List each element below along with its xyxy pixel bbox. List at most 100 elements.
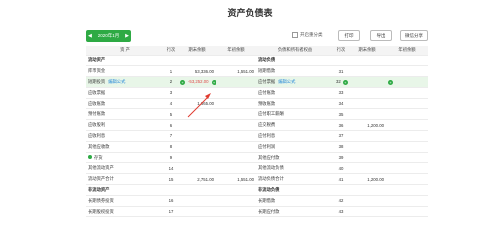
asset-begin-balance-cell[interactable] bbox=[216, 206, 256, 218]
date-picker[interactable]: ◀ 2020年1月 ▶ bbox=[86, 30, 131, 42]
liability-line-cell[interactable]: 42 bbox=[334, 195, 348, 207]
liability-end-balance-cell[interactable] bbox=[348, 108, 386, 121]
asset-begin-balance-cell[interactable] bbox=[216, 76, 256, 88]
reclassify-checkbox[interactable]: 开启重分类 bbox=[292, 32, 323, 38]
liability-name-cell[interactable]: 应付账款 bbox=[256, 87, 334, 99]
asset-begin-balance-cell[interactable]: 1,551.00 bbox=[216, 173, 256, 186]
asset-begin-balance-cell[interactable] bbox=[216, 130, 256, 142]
asset-begin-balance-cell[interactable] bbox=[216, 98, 256, 110]
asset-end-balance-cell[interactable] bbox=[178, 152, 216, 164]
liability-name-cell[interactable]: 流动负债合计 bbox=[256, 173, 334, 186]
export-button[interactable]: 导出 bbox=[370, 30, 392, 41]
liability-line-cell[interactable]: 39 bbox=[334, 152, 348, 164]
asset-line-cell[interactable]: 15 bbox=[164, 173, 178, 186]
liability-line-cell[interactable]: 38 bbox=[334, 141, 348, 153]
liability-line-cell[interactable]: 36 bbox=[334, 119, 348, 132]
liability-begin-balance-cell[interactable] bbox=[386, 119, 428, 132]
asset-begin-balance-cell[interactable] bbox=[216, 162, 256, 175]
liability-end-balance-cell[interactable] bbox=[348, 130, 386, 142]
asset-name-cell[interactable]: 短期投资 编辑公式 bbox=[86, 76, 164, 88]
asset-end-balance-cell[interactable]: 2,751.00 bbox=[178, 173, 216, 186]
liability-begin-balance-cell[interactable]: + bbox=[386, 76, 428, 88]
liability-name-cell[interactable]: 长期应付款 bbox=[256, 206, 334, 218]
liability-begin-balance-cell[interactable] bbox=[386, 141, 428, 153]
liability-end-balance-cell[interactable] bbox=[348, 195, 386, 207]
asset-name-cell[interactable]: 其他应收款 bbox=[86, 141, 164, 153]
asset-begin-balance-cell[interactable] bbox=[216, 119, 256, 132]
asset-end-balance-cell[interactable] bbox=[178, 195, 216, 207]
asset-name-cell[interactable]: 其他流动资产 bbox=[86, 162, 164, 175]
liability-end-balance-cell[interactable] bbox=[348, 162, 386, 175]
asset-end-balance-cell[interactable]: 1,665.00 bbox=[178, 98, 216, 110]
asset-line-cell[interactable]: 16 bbox=[164, 195, 178, 207]
liability-line-cell[interactable]: 43 bbox=[334, 206, 348, 218]
add-icon[interactable]: + bbox=[211, 79, 216, 85]
asset-line-cell[interactable]: 17 bbox=[164, 206, 178, 218]
asset-begin-balance-cell[interactable] bbox=[216, 195, 256, 207]
liability-end-balance-cell[interactable] bbox=[348, 65, 386, 78]
liability-name-cell[interactable]: 长期借款 bbox=[256, 195, 334, 207]
liability-begin-balance-cell[interactable] bbox=[386, 173, 428, 186]
liability-name-cell[interactable]: 其他应付款 bbox=[256, 152, 334, 164]
liability-begin-balance-cell[interactable] bbox=[386, 87, 428, 99]
liability-name-cell[interactable]: 短期借款 bbox=[256, 65, 334, 78]
print-button[interactable]: 打印 bbox=[338, 30, 360, 41]
asset-line-cell[interactable]: 3 bbox=[164, 87, 178, 99]
liability-end-balance-cell[interactable]: 1,200.00 bbox=[348, 173, 386, 186]
edit-formula-link[interactable]: 编辑公式 bbox=[278, 79, 295, 84]
liability-name-cell[interactable]: 应交税费 bbox=[256, 119, 334, 132]
asset-line-cell[interactable]: 4 bbox=[164, 98, 178, 110]
asset-line-cell[interactable]: 7 bbox=[164, 130, 178, 142]
liability-line-cell[interactable]: 33 bbox=[334, 87, 348, 99]
asset-end-balance-cell[interactable] bbox=[178, 206, 216, 218]
liability-name-cell[interactable]: 应付职工薪酬 bbox=[256, 108, 334, 121]
wechat-share-button[interactable]: 微信分享 bbox=[400, 30, 428, 41]
asset-end-balance-cell[interactable] bbox=[178, 162, 216, 175]
liability-line-cell[interactable]: 34 bbox=[334, 98, 348, 110]
liability-line-cell[interactable]: 32 + bbox=[334, 76, 348, 88]
edit-formula-link[interactable]: 编辑公式 bbox=[108, 79, 125, 84]
liability-end-balance-cell[interactable] bbox=[348, 76, 386, 88]
liability-begin-balance-cell[interactable] bbox=[386, 108, 428, 121]
liability-end-balance-cell[interactable] bbox=[348, 98, 386, 110]
asset-begin-balance-cell[interactable]: 1,551.00 bbox=[216, 65, 256, 78]
liability-name-cell[interactable]: 应付利息 bbox=[256, 130, 334, 142]
liability-name-cell[interactable]: 其他流动负债 bbox=[256, 162, 334, 175]
asset-begin-balance-cell[interactable] bbox=[216, 152, 256, 164]
asset-line-cell[interactable]: 8 bbox=[164, 141, 178, 153]
asset-end-balance-cell[interactable] bbox=[178, 141, 216, 153]
asset-name-cell[interactable]: 存货 bbox=[86, 152, 164, 164]
next-month-icon[interactable]: ▶ bbox=[125, 33, 129, 39]
liability-line-cell[interactable]: 31 bbox=[334, 65, 348, 78]
liability-name-cell[interactable]: 应付利润 bbox=[256, 141, 334, 153]
asset-name-cell[interactable]: 库币资金 bbox=[86, 65, 164, 78]
asset-begin-balance-cell[interactable] bbox=[216, 141, 256, 153]
asset-line-cell[interactable]: 14 bbox=[164, 162, 178, 175]
asset-begin-balance-cell[interactable] bbox=[216, 108, 256, 121]
liability-begin-balance-cell[interactable] bbox=[386, 98, 428, 110]
asset-line-cell[interactable]: 9 bbox=[164, 152, 178, 164]
asset-name-cell[interactable]: 应收利息 bbox=[86, 130, 164, 142]
liability-line-cell[interactable]: 35 bbox=[334, 108, 348, 121]
liability-end-balance-cell[interactable] bbox=[348, 206, 386, 218]
add-icon[interactable]: + bbox=[388, 79, 393, 85]
asset-end-balance-cell[interactable] bbox=[178, 119, 216, 132]
asset-name-cell[interactable]: 流动资产合计 bbox=[86, 173, 164, 186]
liability-name-cell[interactable]: 预收账款 bbox=[256, 98, 334, 110]
liability-begin-balance-cell[interactable] bbox=[386, 162, 428, 175]
asset-end-balance-cell[interactable] bbox=[178, 130, 216, 142]
checkbox-box[interactable] bbox=[292, 32, 298, 38]
asset-begin-balance-cell[interactable] bbox=[216, 87, 256, 99]
asset-line-cell[interactable]: 1 bbox=[164, 65, 178, 78]
liability-begin-balance-cell[interactable] bbox=[386, 152, 428, 164]
liability-end-balance-cell[interactable] bbox=[348, 87, 386, 99]
asset-end-balance-cell[interactable] bbox=[178, 108, 216, 121]
asset-name-cell[interactable]: 应收账款 bbox=[86, 98, 164, 110]
asset-name-cell[interactable]: 长期债券投资 bbox=[86, 195, 164, 207]
asset-name-cell[interactable]: 长期股权投资 bbox=[86, 206, 164, 218]
asset-line-cell[interactable]: 6 bbox=[164, 119, 178, 132]
liability-begin-balance-cell[interactable] bbox=[386, 195, 428, 207]
add-icon[interactable]: + bbox=[180, 79, 185, 85]
asset-line-cell[interactable]: 5 bbox=[164, 108, 178, 121]
asset-end-balance-cell[interactable]: 53,336.00 bbox=[178, 65, 216, 78]
